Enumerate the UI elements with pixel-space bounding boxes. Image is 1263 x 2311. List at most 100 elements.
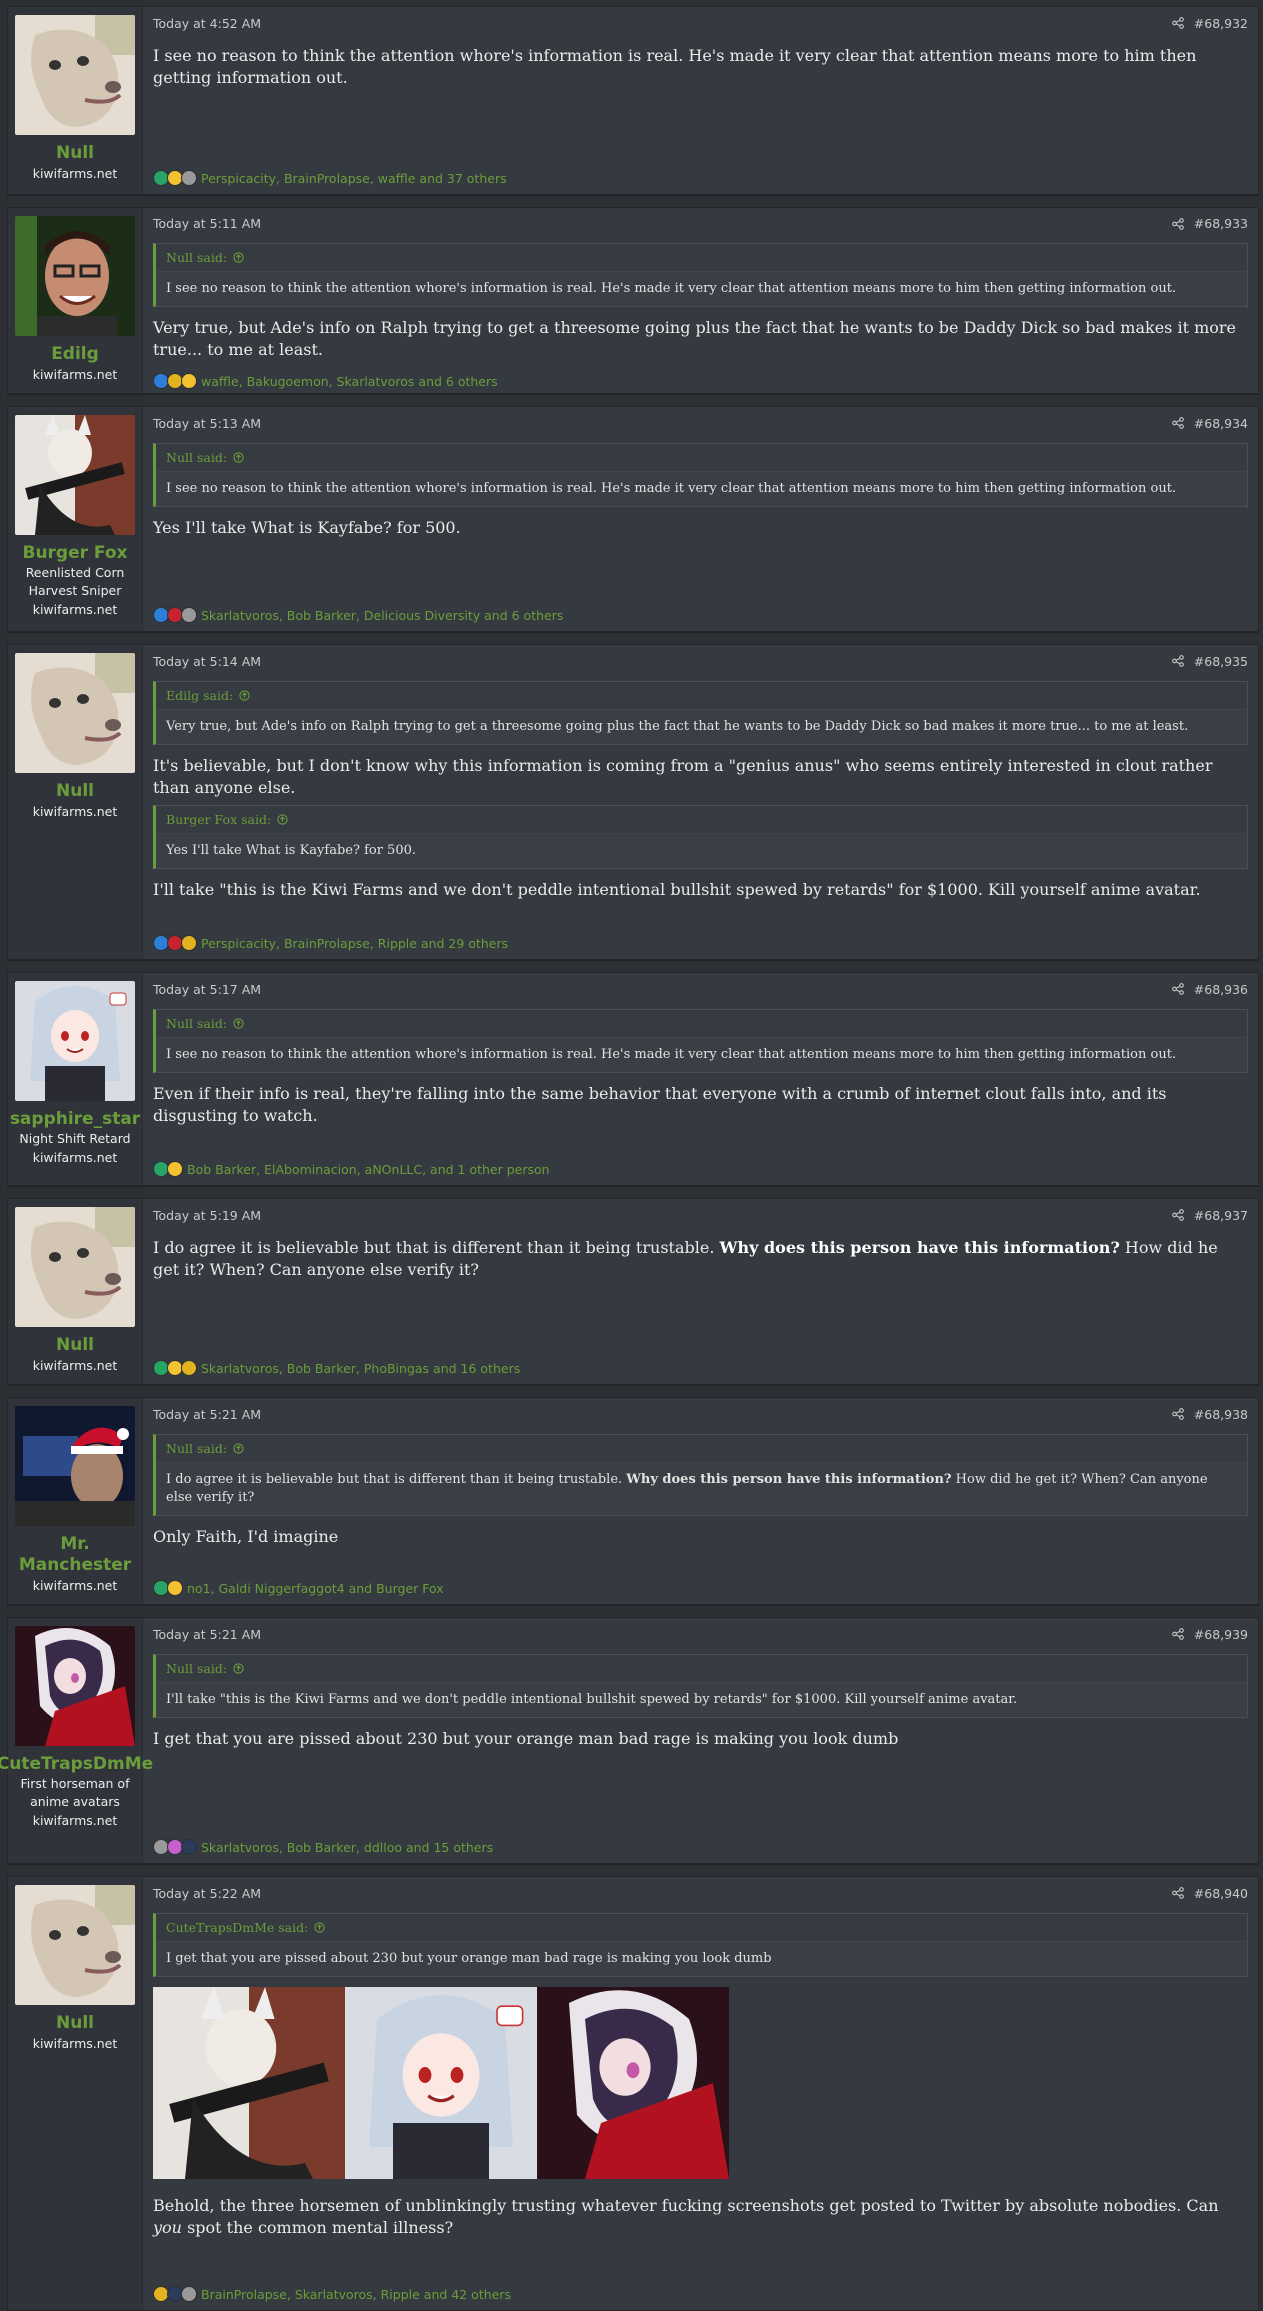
- reactions-list[interactable]: waffle, Bakugoemon, Skarlatvoros and 6 o…: [201, 374, 498, 389]
- post-number[interactable]: #68,938: [1194, 1407, 1248, 1422]
- reactions-list[interactable]: BrainProlapse, Skarlatvoros, Ripple and …: [201, 2287, 511, 2302]
- girl-rifle-image[interactable]: [153, 1987, 345, 2179]
- post-time[interactable]: Today at 5:14 AM: [153, 654, 261, 669]
- share-icon[interactable]: [1171, 17, 1184, 29]
- quote-header[interactable]: Burger Fox said:: [156, 806, 1247, 834]
- share-icon[interactable]: [1171, 1408, 1184, 1420]
- reactions-bar[interactable]: Skarlatvoros, Bob Barker, Delicious Dive…: [153, 607, 1248, 623]
- avatar[interactable]: [15, 1626, 135, 1746]
- post-header: Today at 5:19 AM #68,937: [153, 1207, 1248, 1223]
- quote-body: I'll take "this is the Kiwi Farms and we…: [156, 1683, 1247, 1717]
- quote-header[interactable]: Edilg said:: [156, 682, 1247, 710]
- post-time[interactable]: Today at 5:21 AM: [153, 1407, 261, 1422]
- post-main: Today at 5:13 AM #68,934 Null said: I see n…: [143, 407, 1258, 631]
- jump-to-quote-icon[interactable]: [239, 690, 250, 701]
- quote-author[interactable]: Null said:: [166, 450, 227, 465]
- avatar[interactable]: [15, 216, 135, 336]
- post-number[interactable]: #68,939: [1194, 1627, 1248, 1642]
- quote-header[interactable]: CuteTrapsDmMe said:: [156, 1914, 1247, 1942]
- quote-header[interactable]: Null said:: [156, 1435, 1247, 1463]
- username[interactable]: sapphire_star: [4, 1109, 146, 1130]
- quote-author[interactable]: Null said:: [166, 1661, 227, 1676]
- share-icon[interactable]: [1171, 417, 1184, 429]
- post-number[interactable]: #68,935: [1194, 654, 1248, 669]
- reactions-bar[interactable]: BrainProlapse, Skarlatvoros, Ripple and …: [153, 2286, 1248, 2302]
- quote-author[interactable]: Null said:: [166, 1441, 227, 1456]
- post-number[interactable]: #68,937: [1194, 1208, 1248, 1223]
- quote-body: Yes I'll take What is Kayfabe? for 500.: [156, 834, 1247, 868]
- jump-to-quote-icon[interactable]: [233, 1663, 244, 1674]
- post-number[interactable]: #68,932: [1194, 16, 1248, 31]
- quote-header[interactable]: Null said:: [156, 1010, 1247, 1038]
- quote-author[interactable]: CuteTrapsDmMe said:: [166, 1920, 308, 1935]
- jump-to-quote-icon[interactable]: [233, 452, 244, 463]
- username[interactable]: Null: [50, 781, 100, 802]
- quote-header[interactable]: Null said:: [156, 1655, 1247, 1683]
- post-number[interactable]: #68,933: [1194, 216, 1248, 231]
- jump-to-quote-icon[interactable]: [314, 1922, 325, 1933]
- post-time[interactable]: Today at 5:21 AM: [153, 1627, 261, 1642]
- reactions-bar[interactable]: Perspicacity, BrainProlapse, waffle and …: [153, 170, 1248, 186]
- post-time[interactable]: Today at 5:19 AM: [153, 1208, 261, 1223]
- quote-body: I get that you are pissed about 230 but …: [156, 1942, 1247, 1976]
- username[interactable]: Null: [50, 143, 100, 164]
- quote-block: Null said: I see no reason to think the a…: [153, 1009, 1248, 1073]
- quote-header[interactable]: Null said:: [156, 244, 1247, 272]
- post-number[interactable]: #68,936: [1194, 982, 1248, 997]
- username[interactable]: CuteTrapsDmMe: [0, 1754, 159, 1775]
- username[interactable]: Mr. Manchester: [8, 1534, 142, 1576]
- post-time[interactable]: Today at 5:11 AM: [153, 216, 261, 231]
- jump-to-quote-icon[interactable]: [233, 252, 244, 263]
- reactions-bar[interactable]: no1, Galdi Niggerfaggot4 and Burger Fox: [153, 1580, 1248, 1596]
- username[interactable]: Burger Fox: [16, 543, 133, 564]
- jump-to-quote-icon[interactable]: [277, 814, 288, 825]
- share-icon[interactable]: [1171, 655, 1184, 667]
- reactions-bar[interactable]: Bob Barker, ElAbominacion, aNOnLLC, and …: [153, 1161, 1248, 1177]
- quote-author[interactable]: Null said:: [166, 1016, 227, 1031]
- share-icon[interactable]: [1171, 1628, 1184, 1640]
- avatar[interactable]: [15, 1406, 135, 1526]
- quote-header[interactable]: Null said:: [156, 444, 1247, 472]
- reactions-list[interactable]: Skarlatvoros, Bob Barker, Delicious Dive…: [201, 608, 563, 623]
- post-number[interactable]: #68,934: [1194, 416, 1248, 431]
- reactions-bar[interactable]: Skarlatvoros, Bob Barker, PhoBingas and …: [153, 1360, 1248, 1376]
- reactions-bar[interactable]: Perspicacity, BrainProlapse, Ripple and …: [153, 935, 1248, 951]
- username[interactable]: Edilg: [45, 344, 105, 365]
- reactions-list[interactable]: Skarlatvoros, Bob Barker, ddlloo and 15 …: [201, 1840, 493, 1855]
- share-icon[interactable]: [1171, 217, 1184, 230]
- share-icon[interactable]: [1171, 983, 1184, 995]
- post-time[interactable]: Today at 4:52 AM: [153, 16, 261, 31]
- post-time[interactable]: Today at 5:13 AM: [153, 416, 261, 431]
- reactions-bar[interactable]: Skarlatvoros, Bob Barker, ddlloo and 15 …: [153, 1839, 1248, 1855]
- avatar[interactable]: [15, 1885, 135, 2005]
- reactions-list[interactable]: Perspicacity, BrainProlapse, waffle and …: [201, 171, 507, 186]
- paper-reaction-icon: [181, 170, 197, 186]
- username[interactable]: Null: [50, 2013, 100, 2034]
- username[interactable]: Null: [50, 1335, 100, 1356]
- avatar[interactable]: [15, 1207, 135, 1327]
- post-time[interactable]: Today at 5:22 AM: [153, 1886, 261, 1901]
- reactions-list[interactable]: Bob Barker, ElAbominacion, aNOnLLC, and …: [187, 1162, 550, 1177]
- jump-to-quote-icon[interactable]: [233, 1018, 244, 1029]
- post-main: Today at 5:14 AM #68,935 Edilg said: Very t…: [143, 645, 1258, 959]
- post-time[interactable]: Today at 5:17 AM: [153, 982, 261, 997]
- share-icon[interactable]: [1171, 1209, 1184, 1221]
- jump-to-quote-icon[interactable]: [233, 1443, 244, 1454]
- quote-author[interactable]: Null said:: [166, 250, 227, 265]
- avatar[interactable]: [15, 415, 135, 535]
- reactions-list[interactable]: no1, Galdi Niggerfaggot4 and Burger Fox: [187, 1581, 444, 1596]
- reactions-list[interactable]: Skarlatvoros, Bob Barker, PhoBingas and …: [201, 1361, 520, 1376]
- reactions-list[interactable]: Perspicacity, BrainProlapse, Ripple and …: [201, 936, 508, 951]
- post-body: Edilg said: Very true, but Ade's info on …: [153, 677, 1248, 929]
- avatar[interactable]: [15, 15, 135, 135]
- share-icon[interactable]: [1171, 1887, 1184, 1899]
- silver-hair-image[interactable]: [345, 1987, 537, 2179]
- reactions-bar[interactable]: waffle, Bakugoemon, Skarlatvoros and 6 o…: [153, 373, 1248, 389]
- user-title: Harvest Sniper: [28, 583, 122, 598]
- quote-author[interactable]: Burger Fox said:: [166, 812, 271, 827]
- avatar[interactable]: [15, 981, 135, 1101]
- purple-hair-image[interactable]: [537, 1987, 729, 2179]
- avatar[interactable]: [15, 653, 135, 773]
- quote-author[interactable]: Edilg said:: [166, 688, 233, 703]
- post-number[interactable]: #68,940: [1194, 1886, 1248, 1901]
